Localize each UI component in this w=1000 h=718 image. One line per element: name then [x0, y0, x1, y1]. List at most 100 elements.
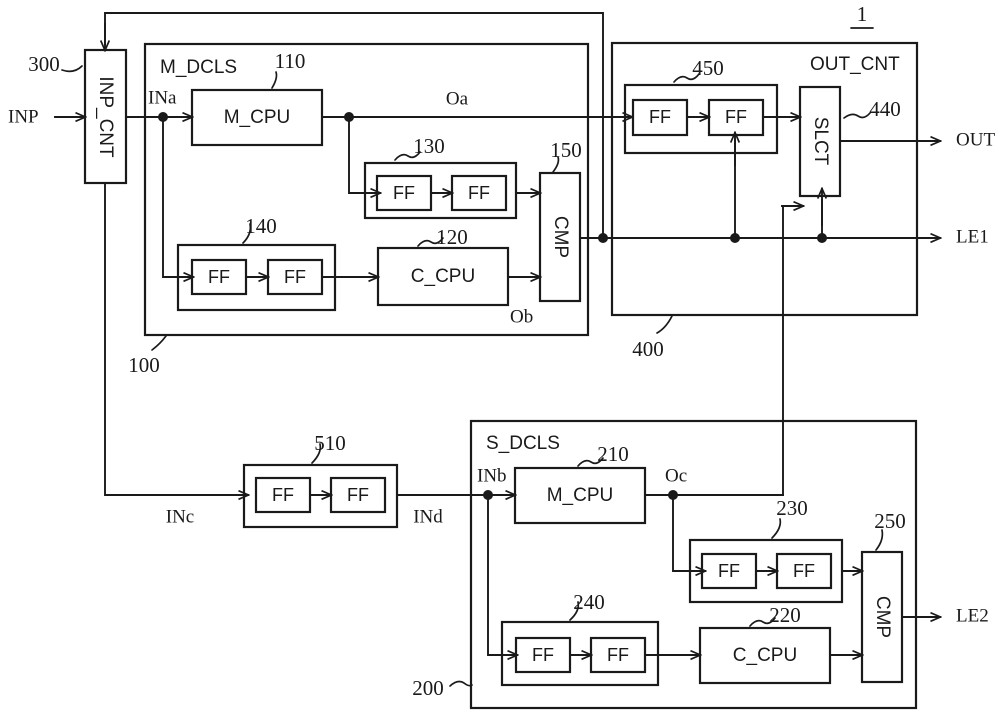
wire-le1-feedback-inp-cnt: [104, 12, 604, 239]
block-m-cpu-210[interactable]: M_CPU: [513, 466, 647, 525]
block-inp-cnt[interactable]: INP_CNT: [83, 48, 128, 185]
ff-230-1-label: FF: [718, 561, 740, 581]
ff-130-1-label: FF: [393, 183, 415, 203]
ref-300: 300: [28, 52, 83, 76]
block-diagram-svg: 1 INP_CNT 300 INP M_DCLS 100 M_CPU 110 I…: [8, 2, 995, 710]
m-cpu-110-label: M_CPU: [224, 107, 291, 128]
ref-110: 110: [271, 49, 306, 89]
wire-oa-to-ff130: [348, 116, 366, 194]
ff-group-450-box[interactable]: [623, 83, 779, 155]
patent-figure-canvas: 1 INP_CNT 300 INP M_DCLS 100 M_CPU 110 I…: [0, 0, 1000, 718]
ff-450-2-label: FF: [725, 107, 747, 127]
wire-oc-to-slct: [782, 205, 793, 496]
signal-le2-label: LE2: [956, 605, 989, 626]
out-cnt-label: OUT_CNT: [810, 54, 900, 75]
ff-510-1-label: FF: [272, 485, 294, 505]
ref-200: 200: [412, 676, 473, 700]
s-dcls-label: S_DCLS: [486, 433, 560, 454]
signal-oa-label: Oa: [446, 88, 469, 109]
ref-100-label: 100: [128, 353, 160, 377]
m-dcls-label: M_DCLS: [160, 57, 237, 78]
ref-250: 250: [874, 509, 906, 551]
wire-inp-cnt-to-ff510: [104, 182, 245, 496]
ref-450: 450: [673, 56, 724, 83]
figure-number: 1: [850, 2, 874, 29]
module-out-cnt[interactable]: OUT_CNT: [610, 41, 919, 317]
ref-140: 140: [242, 214, 277, 244]
ref-120-label: 120: [436, 225, 468, 249]
ref-230-label: 230: [776, 496, 808, 520]
bus-le1: LE1: [579, 226, 989, 247]
m-cpu-210-label: M_CPU: [547, 485, 614, 506]
block-c-cpu-120[interactable]: C_CPU: [376, 246, 510, 307]
block-c-cpu-220[interactable]: C_CPU: [698, 626, 832, 685]
s-dcls-box[interactable]: [469, 419, 918, 710]
ff-510-2-label: FF: [347, 485, 369, 505]
ref-200-label: 200: [412, 676, 444, 700]
block-cmp-150[interactable]: CMP: [538, 171, 582, 303]
inp-cnt-label: INP_CNT: [95, 76, 116, 158]
ff-240-1-label: FF: [532, 645, 554, 665]
ref-230: 230: [771, 496, 808, 539]
ref-150-label: 150: [550, 138, 582, 162]
ref-220: 220: [749, 603, 801, 627]
signal-inb-label: INb: [477, 465, 507, 486]
signal-out-label: OUT: [956, 129, 995, 150]
ff-140-1-label: FF: [208, 267, 230, 287]
signal-oa: Oa: [321, 88, 626, 122]
ff-group-140[interactable]: FF FF: [176, 243, 337, 312]
ff-group-450[interactable]: FF FF: [623, 83, 779, 155]
ff-140-2-label: FF: [284, 267, 306, 287]
ref-110-label: 110: [275, 49, 306, 73]
ff-group-510-box[interactable]: [242, 463, 399, 529]
cmp-150-label: CMP: [550, 216, 571, 258]
signal-ob-label: Ob: [510, 306, 533, 327]
ff-130-2-label: FF: [468, 183, 490, 203]
signal-oc: Oc: [644, 465, 784, 500]
slct-440-label: SLCT: [810, 117, 831, 166]
signal-inc-label: INc: [166, 506, 194, 527]
ref-400: 400: [632, 315, 673, 361]
signal-ina-label: INa: [148, 87, 177, 108]
block-cmp-250[interactable]: CMP: [860, 550, 904, 684]
ref-400-label: 400: [632, 337, 664, 361]
ref-120: 120: [417, 225, 468, 249]
ref-440-label: 440: [869, 97, 901, 121]
ff-group-230[interactable]: FF FF: [688, 538, 844, 604]
module-s-dcls[interactable]: S_DCLS: [469, 419, 918, 710]
ff-group-510[interactable]: FF FF: [242, 463, 399, 529]
signal-inp: INP: [8, 106, 85, 127]
ff-450-1-label: FF: [649, 107, 671, 127]
m-dcls-box[interactable]: [143, 42, 590, 337]
c-cpu-220-label: C_CPU: [733, 645, 797, 666]
ref-300-label: 300: [28, 52, 60, 76]
ref-510: 510: [311, 431, 346, 464]
ref-210-label: 210: [597, 442, 629, 466]
cmp-250-label: CMP: [872, 596, 893, 638]
ff-230-2-label: FF: [793, 561, 815, 581]
ff-group-130[interactable]: FF FF: [363, 161, 518, 220]
ref-440: 440: [843, 97, 901, 121]
block-slct-440[interactable]: SLCT: [798, 85, 842, 198]
wire-ina-to-ff140: [162, 116, 179, 278]
signal-inb: INb: [454, 465, 515, 500]
signal-inp-label: INP: [8, 106, 39, 127]
wire-oc-to-ff230: [672, 494, 691, 572]
wire-inb-to-ff240: [487, 494, 503, 656]
ref-130: 130: [394, 134, 445, 161]
ff-240-2-label: FF: [607, 645, 629, 665]
out-cnt-box[interactable]: [610, 41, 919, 317]
ff-group-240-box[interactable]: [500, 620, 660, 687]
ref-150: 150: [550, 138, 582, 173]
ref-210: 210: [577, 442, 629, 467]
module-m-dcls[interactable]: M_DCLS: [143, 42, 590, 337]
signal-ina: INa: [125, 87, 192, 122]
ref-240: 240: [569, 590, 605, 621]
block-m-cpu-110[interactable]: M_CPU: [190, 88, 324, 147]
ref-220-label: 220: [769, 603, 801, 627]
signal-oc-label: Oc: [665, 465, 687, 486]
ff-group-240[interactable]: FF FF: [500, 620, 660, 687]
ref-100: 100: [128, 335, 167, 377]
ref-250-label: 250: [874, 509, 906, 533]
figure-number-label: 1: [857, 2, 868, 26]
